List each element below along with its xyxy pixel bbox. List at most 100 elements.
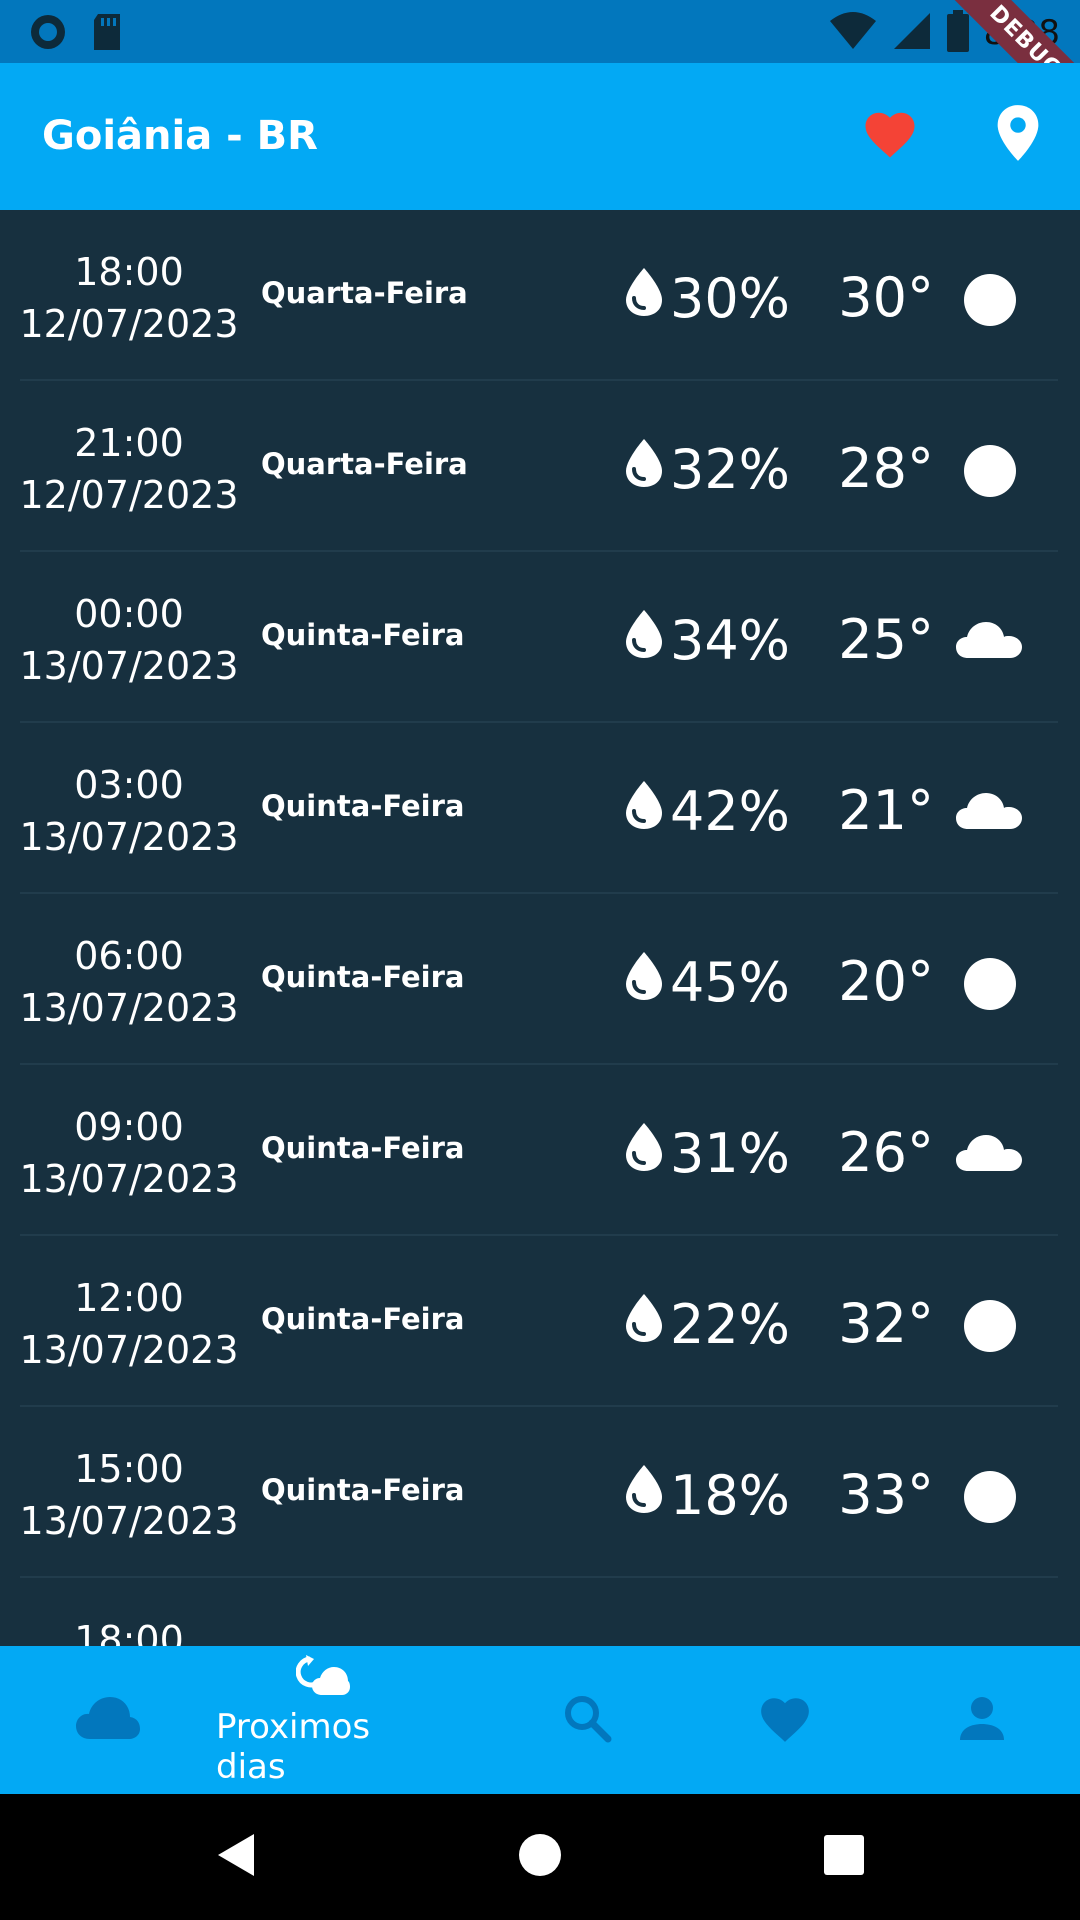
forecast-temperature: 25° bbox=[838, 608, 934, 671]
location-pin-icon[interactable] bbox=[992, 103, 1044, 167]
humidity-value: 30% bbox=[669, 267, 790, 330]
nav-item-weather[interactable] bbox=[0, 1646, 216, 1794]
nav-item-search[interactable] bbox=[479, 1646, 695, 1794]
cloud-icon bbox=[954, 614, 1024, 666]
forecast-datetime: 09:00 13/07/2023 bbox=[0, 1101, 258, 1205]
forecast-row[interactable]: 03:00 13/07/2023 Quinta-Feira 42% 21° bbox=[0, 723, 1080, 894]
forecast-time: 18:00 bbox=[74, 1618, 184, 1646]
forecast-time: 21:00 bbox=[74, 421, 184, 465]
forecast-weekday: Quinta-Feira bbox=[261, 1473, 465, 1507]
forecast-humidity: 22% bbox=[622, 1292, 790, 1357]
forecast-row[interactable]: 06:00 13/07/2023 Quinta-Feira 45% 20° bbox=[0, 894, 1080, 1065]
forecast-row[interactable]: 18:00 12/07/2023 Quarta-Feira 30% 30° bbox=[0, 210, 1080, 381]
forecast-humidity: 18% bbox=[622, 1463, 790, 1528]
forecast-date: 13/07/2023 bbox=[19, 1328, 239, 1372]
sun-icon bbox=[962, 956, 1018, 1016]
forecast-temperature: 26° bbox=[838, 1121, 934, 1184]
recents-button[interactable] bbox=[774, 1794, 914, 1920]
forecast-datetime: 03:00 13/07/2023 bbox=[0, 759, 258, 863]
heart-icon bbox=[757, 1693, 813, 1747]
forecast-time: 15:00 bbox=[74, 1447, 184, 1491]
forecast-datetime: 18:00 bbox=[0, 1614, 258, 1646]
humidity-value: 34% bbox=[669, 609, 790, 672]
nav-item-favorites[interactable] bbox=[677, 1646, 893, 1794]
forecast-datetime: 15:00 13/07/2023 bbox=[0, 1443, 258, 1547]
battery-icon bbox=[946, 10, 970, 56]
favorite-heart-icon[interactable] bbox=[862, 107, 918, 163]
back-icon bbox=[214, 1832, 258, 1882]
forecast-weekday: Quinta-Feira bbox=[261, 1302, 465, 1336]
water-drop-icon bbox=[622, 1292, 666, 1357]
forecast-row[interactable]: 00:00 13/07/2023 Quinta-Feira 34% 25° bbox=[0, 552, 1080, 723]
water-drop-icon bbox=[622, 950, 666, 1015]
sun-icon bbox=[962, 1469, 1018, 1529]
forecast-time: 12:00 bbox=[74, 1276, 184, 1320]
sun-icon bbox=[962, 1298, 1018, 1358]
forecast-list[interactable]: 18:00 12/07/2023 Quarta-Feira 30% 30° 21:00 12… bbox=[0, 210, 1080, 1646]
forecast-time: 09:00 bbox=[74, 1105, 184, 1149]
status-time: 8:38 bbox=[983, 13, 1060, 53]
water-drop-icon bbox=[622, 779, 666, 844]
forecast-date: 12/07/2023 bbox=[19, 473, 239, 517]
forecast-humidity: 32% bbox=[622, 437, 790, 502]
nav-item-profile[interactable] bbox=[874, 1646, 1080, 1794]
recents-icon bbox=[824, 1835, 864, 1879]
wifi-icon bbox=[828, 11, 878, 55]
humidity-value: 42% bbox=[669, 780, 790, 843]
forecast-datetime: 12:00 13/07/2023 bbox=[0, 1272, 258, 1376]
cloud-icon bbox=[954, 1127, 1024, 1179]
forecast-time: 03:00 bbox=[74, 763, 184, 807]
forecast-temperature: 30° bbox=[838, 266, 934, 329]
forecast-date: 13/07/2023 bbox=[19, 986, 239, 1030]
forecast-temperature: 20° bbox=[838, 950, 934, 1013]
water-drop-icon bbox=[622, 1463, 666, 1528]
cloud-icon bbox=[74, 1695, 142, 1745]
forecast-weekday: Quinta-Feira bbox=[261, 789, 465, 823]
forecast-humidity: 31% bbox=[622, 1121, 790, 1186]
humidity-value: 45% bbox=[669, 951, 790, 1014]
forecast-humidity: 30% bbox=[622, 266, 790, 331]
forecast-weekday: Quinta-Feira bbox=[261, 1131, 465, 1165]
forecast-temperature: 32° bbox=[838, 1292, 934, 1355]
forecast-row[interactable]: 12:00 13/07/2023 Quinta-Feira 22% 32° bbox=[0, 1236, 1080, 1407]
forecast-humidity: 42% bbox=[622, 779, 790, 844]
search-icon bbox=[562, 1693, 612, 1747]
home-icon bbox=[518, 1833, 562, 1881]
water-drop-icon bbox=[622, 266, 666, 331]
person-icon bbox=[958, 1694, 1006, 1746]
forecast-weekday: Quinta-Feira bbox=[261, 960, 465, 994]
forecast-time: 06:00 bbox=[74, 934, 184, 978]
forecast-temperature: 33° bbox=[838, 1463, 934, 1526]
forecast-humidity: 45% bbox=[622, 950, 790, 1015]
water-drop-icon bbox=[622, 608, 666, 673]
system-navigation-bar bbox=[0, 1794, 1080, 1920]
water-drop-icon bbox=[622, 1121, 666, 1186]
sun-icon bbox=[962, 443, 1018, 503]
forecast-datetime: 18:00 12/07/2023 bbox=[0, 246, 258, 350]
nav-item-next-days[interactable]: Proximos dias bbox=[216, 1646, 432, 1794]
forecast-row[interactable]: 15:00 13/07/2023 Quinta-Feira 18% 33° bbox=[0, 1407, 1080, 1578]
status-bar: 8:38 bbox=[0, 0, 1080, 63]
forecast-temperature: 28° bbox=[838, 437, 934, 500]
nav-label-next-days: Proximos dias bbox=[216, 1707, 371, 1787]
bottom-navigation: Proximos dias bbox=[0, 1646, 1080, 1794]
home-button[interactable] bbox=[470, 1794, 610, 1920]
water-drop-icon bbox=[622, 437, 666, 502]
forecast-temperature: 21° bbox=[838, 779, 934, 842]
forecast-time: 18:00 bbox=[74, 250, 184, 294]
signal-icon bbox=[892, 11, 932, 55]
app-bar: Goiânia - BR bbox=[0, 63, 1080, 210]
forecast-datetime: 06:00 13/07/2023 bbox=[0, 930, 258, 1034]
humidity-value: 18% bbox=[669, 1464, 790, 1527]
forecast-humidity: 34% bbox=[622, 608, 790, 673]
forecast-row[interactable]: 18:00 bbox=[0, 1578, 1080, 1646]
forecast-weekday: Quarta-Feira bbox=[261, 447, 468, 481]
forecast-row[interactable]: 09:00 13/07/2023 Quinta-Feira 31% 26° bbox=[0, 1065, 1080, 1236]
forecast-datetime: 21:00 12/07/2023 bbox=[0, 417, 258, 521]
back-button[interactable] bbox=[166, 1794, 306, 1920]
notification-circle-icon bbox=[28, 12, 68, 56]
forecast-date: 12/07/2023 bbox=[19, 302, 239, 346]
sun-icon bbox=[962, 272, 1018, 332]
humidity-value: 32% bbox=[669, 438, 790, 501]
forecast-row[interactable]: 21:00 12/07/2023 Quarta-Feira 32% 28° bbox=[0, 381, 1080, 552]
